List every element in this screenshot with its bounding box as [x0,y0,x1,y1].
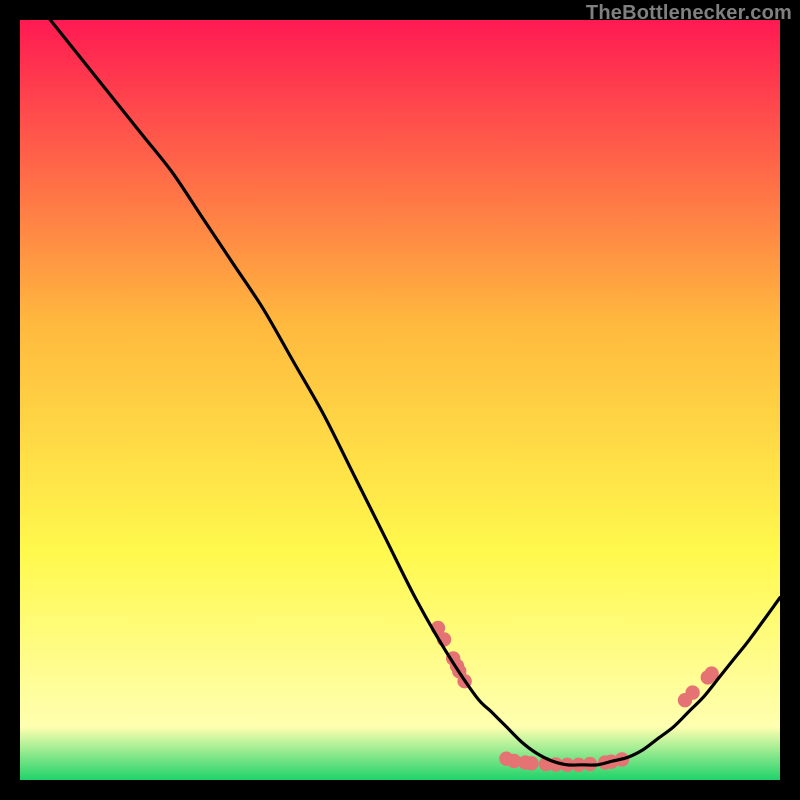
chart-svg [20,20,780,780]
plot-area [20,20,780,780]
watermark-label: TheBottlenecker.com [586,2,792,25]
data-marker [524,756,538,770]
gradient-background [20,20,780,780]
data-marker [685,685,699,699]
chart-stage: TheBottlenecker.com [0,0,800,800]
